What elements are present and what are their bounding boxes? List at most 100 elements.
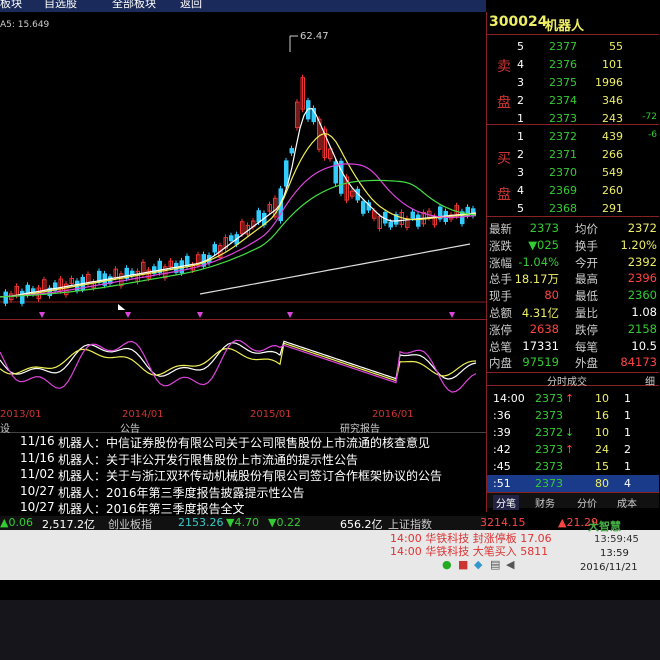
stat-value: -1.04% <box>518 254 559 269</box>
stat-value: 2360 <box>627 288 657 303</box>
divider <box>487 34 659 35</box>
candle <box>339 160 344 194</box>
order-volume: 549 <box>602 166 623 179</box>
order-book-row[interactable]: 3 2370 549 <box>487 164 659 180</box>
kline-chart[interactable]: 62.47 A5: 15.649 <box>0 12 486 310</box>
order-price: 2368 <box>549 202 577 215</box>
order-volume: 55 <box>609 40 623 53</box>
news-item[interactable]: 10/27 机器人：2016年第三季度报告全文 <box>0 499 486 516</box>
stat-value: 2372 <box>627 221 657 235</box>
divider <box>487 216 659 217</box>
order-volume: 291 <box>602 202 623 215</box>
candle <box>3 291 8 304</box>
trade-count: 1 <box>624 409 631 422</box>
order-change: -72 <box>642 112 657 122</box>
order-price: 2372 <box>549 130 577 143</box>
stock-name: 机器人 <box>545 19 585 34</box>
quote-stat-row: 最新 2373 均价 2372 <box>487 220 659 236</box>
trade-time: :51 <box>493 477 511 490</box>
trades-detail-button[interactable]: 细 <box>645 373 655 388</box>
order-level: 4 <box>517 58 524 71</box>
trade-volume: 24 <box>595 443 609 456</box>
news-title: 机器人：关于非公开发行限售股份上市流通的提示性公告 <box>58 452 359 467</box>
sz-change: ▲0.06 <box>0 516 33 529</box>
tab-cost[interactable]: 成本 <box>617 495 637 510</box>
news-title: 机器人：中信证券股份有限公司关于公司限售股份上市流通的核查意见 <box>58 436 431 450</box>
menu-watchlist[interactable]: 自选股 <box>44 0 77 10</box>
order-book-row[interactable]: 2 2371 266 <box>487 146 659 162</box>
stat-value: 1.08 <box>631 305 657 319</box>
stat-value: 2638 <box>529 321 559 336</box>
order-book-row[interactable]: 5 2377 55 <box>487 38 659 54</box>
news-item[interactable]: 11/16 机器人：中信证券股份有限公司关于公司限售股份上市流通的核查意见 <box>0 433 486 450</box>
tray-icons: ● ■ ◆ ▤ ◀ <box>442 558 532 572</box>
stat-value: 84173 <box>620 355 657 370</box>
network-icon[interactable]: ▤ <box>490 558 500 571</box>
stat-value: 17331 <box>522 338 559 353</box>
order-book-row[interactable]: 2 2374 346 <box>487 92 659 108</box>
trade-volume: 15 <box>595 460 609 473</box>
time-label-2014: 2014/01 <box>122 409 164 420</box>
menu-sector[interactable]: 板块 <box>0 0 22 10</box>
quote-stat-row: 总额 4.31亿 量比 1.08 <box>487 304 659 320</box>
order-level: 2 <box>517 94 524 107</box>
tab-price-dist[interactable]: 分价 <box>577 495 597 510</box>
stat-label: 总手 <box>489 272 512 287</box>
marker-triangle <box>39 312 45 318</box>
tray-icon[interactable]: ● <box>442 558 452 571</box>
marker-triangle <box>287 312 293 318</box>
indicator-chart[interactable] <box>0 320 486 410</box>
tray-icon[interactable]: ■ <box>458 558 468 571</box>
news-item[interactable]: 11/16 机器人：关于非公开发行限售股份上市流通的提示性公告 <box>0 450 486 467</box>
trade-volume: 80 <box>595 477 609 490</box>
candle <box>20 290 25 304</box>
order-book-row[interactable]: 4 2376 101 <box>487 56 659 72</box>
trade-time: :36 <box>493 409 511 422</box>
order-book-row[interactable]: 5 2368 291 <box>487 200 659 216</box>
order-book-row[interactable]: 3 2375 1996 <box>487 74 659 90</box>
news-item[interactable]: 10/27 机器人：2016年第三季度报告披露提示性公告 <box>0 483 486 500</box>
menu-all-sectors[interactable]: 全部板块 <box>112 0 156 10</box>
stat-label: 总额 <box>489 306 512 320</box>
peak-label: 62.47 <box>300 31 329 42</box>
order-book-row[interactable]: 1 2372 439 -6 <box>487 128 659 144</box>
time-label-2013: 2013/01 <box>0 409 42 420</box>
news-ticker[interactable]: 14:00 华铁科技 封涨停板 17.06 14:00 华铁科技 大笔买入 58… <box>390 532 580 560</box>
news-panel: 设 公告 研究报告 11/16 机器人：中信证券股份有限公司关于公司限售股份上市流… <box>0 420 486 516</box>
ticker-line: 14:00 华铁科技 大笔买入 5811 <box>390 545 549 558</box>
trading-screen: 板块 自选股 全部板块 返回 62.47 A5: 15.649 2013/01 … <box>0 0 660 600</box>
stat-label: 今开 <box>575 255 598 270</box>
up-arrow-icon: ↑ <box>565 443 575 456</box>
tray-icon[interactable]: ◆ <box>474 558 482 571</box>
kline-svg: 62.47 <box>0 31 486 310</box>
candle <box>361 201 366 214</box>
tab-ticks[interactable]: 分笔 <box>493 495 519 510</box>
order-volume: 260 <box>602 184 623 197</box>
volume-icon[interactable]: ◀ <box>506 558 514 571</box>
order-level: 5 <box>517 40 524 53</box>
trades-header: 分时成交 细 <box>487 372 659 388</box>
order-level: 3 <box>517 76 524 89</box>
order-price: 2374 <box>549 94 577 107</box>
pane-divider <box>0 310 486 320</box>
ma-yellow <box>0 132 477 298</box>
stat-label: 最高 <box>575 272 598 287</box>
clock-date: 2016/11/21 <box>580 562 638 573</box>
ma-white <box>0 107 477 298</box>
news-item[interactable]: 11/02 机器人：关于与浙江双环传动机械股份有限公司签订合作框架协议的公告 <box>0 466 486 483</box>
trade-row: :42 2373 ↑ 24 2 <box>487 441 659 458</box>
stat-value: 2373 <box>529 221 559 235</box>
order-volume: 101 <box>602 58 623 71</box>
order-book-row[interactable]: 4 2369 260 <box>487 182 659 198</box>
stat-label: 跌停 <box>575 322 598 337</box>
news-tabs: 设 公告 研究报告 <box>0 420 486 435</box>
order-volume: 266 <box>602 148 623 161</box>
chinext-change: ▼4.70 <box>226 516 259 529</box>
divider-triangles <box>39 312 455 318</box>
menu-back[interactable]: 返回 <box>180 0 202 10</box>
stat-value: 10.5 <box>631 338 657 353</box>
trade-price: 2373 <box>535 460 563 473</box>
tab-finance[interactable]: 财务 <box>535 495 555 510</box>
chinext-pct: ▼0.22 <box>268 516 301 529</box>
stat-value: 2396 <box>627 271 657 286</box>
